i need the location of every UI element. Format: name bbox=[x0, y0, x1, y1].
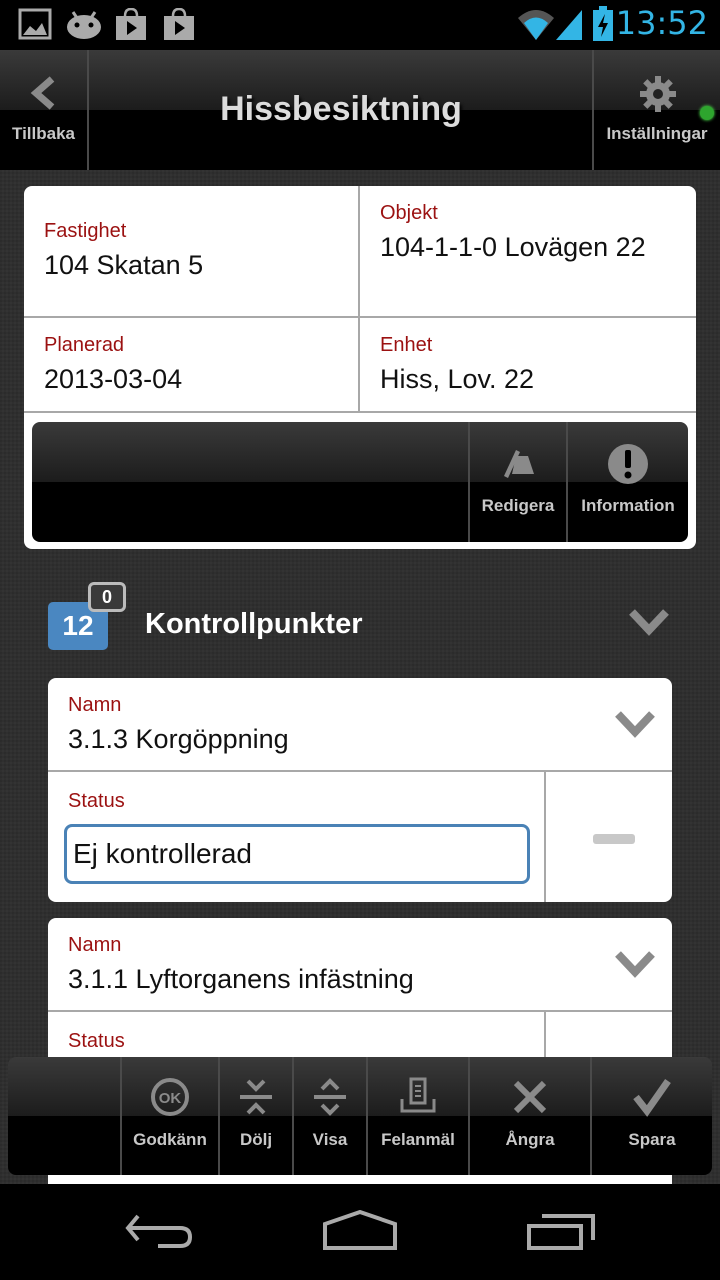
enhet-field: Enhet Hiss, Lov. 22 bbox=[380, 334, 534, 397]
chevron-left-icon bbox=[30, 76, 55, 110]
play-store-icon bbox=[164, 8, 194, 40]
checkpoint-card: Namn 3.1.3 Korgöppning Status bbox=[48, 678, 672, 902]
battery-charging-icon bbox=[593, 6, 613, 41]
edit-label: Redigera bbox=[481, 496, 555, 515]
collapse-icon bbox=[240, 1079, 272, 1115]
back-label: Tillbaka bbox=[12, 124, 75, 143]
info-card: Fastighet 104 Skatan 5 Objekt 104-1-1-0 … bbox=[24, 186, 696, 549]
collapse-button[interactable] bbox=[548, 772, 672, 902]
sync-indicator bbox=[700, 106, 714, 120]
status-input[interactable] bbox=[64, 824, 530, 884]
exclamation-icon bbox=[608, 444, 648, 484]
pencil-icon bbox=[504, 450, 534, 478]
edit-button[interactable]: Redigera bbox=[468, 422, 566, 542]
expand-icon bbox=[314, 1078, 346, 1116]
report-icon bbox=[400, 1077, 436, 1113]
close-icon bbox=[513, 1080, 547, 1114]
recent-apps-nav-icon[interactable] bbox=[526, 1210, 598, 1258]
fastighet-label: Fastighet bbox=[44, 220, 127, 242]
fastighet-value: 104 Skatan 5 bbox=[44, 250, 204, 280]
objekt-value: 104-1-1-0 Lovägen 22 bbox=[380, 232, 646, 262]
content-area: Fastighet 104 Skatan 5 Objekt 104-1-1-0 … bbox=[0, 170, 720, 1184]
section-title[interactable]: Kontrollpunkter bbox=[145, 608, 363, 641]
wifi-icon bbox=[518, 10, 554, 40]
status-label: Status bbox=[68, 1030, 125, 1052]
checkpoint-name: 3.1.1 Lyftorganens infästning bbox=[68, 964, 414, 994]
android-icon bbox=[67, 11, 101, 39]
enhet-label: Enhet bbox=[380, 334, 433, 356]
navigation-bar bbox=[0, 1184, 720, 1280]
information-label: Information bbox=[581, 496, 675, 515]
bottom-toolbar: OK Godkänn Dölj Visa Felanmäl Ångra Spar… bbox=[8, 1057, 712, 1175]
checkpoint-name-row[interactable]: Namn 3.1.3 Korgöppning bbox=[48, 678, 672, 772]
checkpoint-name: 3.1.3 Korgöppning bbox=[68, 724, 289, 754]
chevron-down-icon[interactable] bbox=[614, 950, 656, 978]
approve-button[interactable]: OK Godkänn bbox=[120, 1057, 218, 1175]
minus-icon bbox=[593, 834, 635, 844]
svg-text:OK: OK bbox=[159, 1090, 182, 1107]
page-title: Hissbesiktning bbox=[220, 90, 462, 128]
gear-icon bbox=[640, 76, 676, 112]
gallery-icon bbox=[18, 8, 52, 40]
divider bbox=[358, 186, 360, 412]
show-label: Visa bbox=[312, 1130, 348, 1149]
planerad-value: 2013-03-04 bbox=[44, 364, 183, 394]
hide-label: Dölj bbox=[239, 1130, 273, 1149]
enhet-value: Hiss, Lov. 22 bbox=[380, 364, 535, 394]
divider bbox=[24, 316, 696, 318]
name-label: Namn bbox=[68, 934, 122, 956]
planerad-label: Planerad bbox=[44, 334, 125, 356]
undo-button[interactable]: Ångra bbox=[468, 1057, 590, 1175]
objekt-field: Objekt 104-1-1-0 Lovägen 22 bbox=[380, 202, 680, 265]
settings-label: Inställningar bbox=[606, 124, 708, 143]
information-button[interactable]: Information bbox=[566, 422, 688, 542]
info-toolbar: Redigera Information bbox=[32, 422, 688, 542]
action-bar: Tillbaka Hissbesiktning Inställningar bbox=[0, 50, 720, 170]
home-nav-icon[interactable] bbox=[322, 1210, 398, 1258]
checkpoint-name-row[interactable]: Namn 3.1.1 Lyftorganens infästning bbox=[48, 918, 672, 1012]
clock: 13:52 bbox=[615, 4, 708, 42]
status-label: Status bbox=[68, 790, 125, 812]
undo-label: Ångra bbox=[505, 1130, 555, 1149]
back-button[interactable]: Tillbaka bbox=[0, 50, 89, 170]
fastighet-field: Fastighet 104 Skatan 5 bbox=[44, 220, 203, 283]
save-button[interactable]: Spara bbox=[590, 1057, 712, 1175]
signal-icon bbox=[556, 10, 582, 40]
checkmark-icon bbox=[633, 1078, 671, 1117]
report-label: Felanmäl bbox=[381, 1130, 455, 1149]
hide-button[interactable]: Dölj bbox=[218, 1057, 292, 1175]
chevron-down-icon[interactable] bbox=[628, 608, 670, 636]
sub-count-badge: 0 bbox=[88, 582, 126, 612]
approve-label: Godkänn bbox=[133, 1130, 207, 1149]
report-button[interactable]: Felanmäl bbox=[366, 1057, 468, 1175]
divider bbox=[24, 411, 696, 413]
show-button[interactable]: Visa bbox=[292, 1057, 366, 1175]
status-bar: 13:52 bbox=[0, 0, 720, 50]
checkpoint-status-row: Status bbox=[48, 772, 546, 902]
name-label: Namn bbox=[68, 694, 122, 716]
objekt-label: Objekt bbox=[380, 202, 438, 224]
ok-icon: OK bbox=[151, 1078, 189, 1116]
save-label: Spara bbox=[628, 1130, 676, 1149]
chevron-down-icon[interactable] bbox=[614, 710, 656, 738]
back-nav-icon[interactable] bbox=[124, 1210, 196, 1258]
planerad-field: Planerad 2013-03-04 bbox=[44, 334, 182, 397]
play-store-icon bbox=[116, 8, 146, 40]
